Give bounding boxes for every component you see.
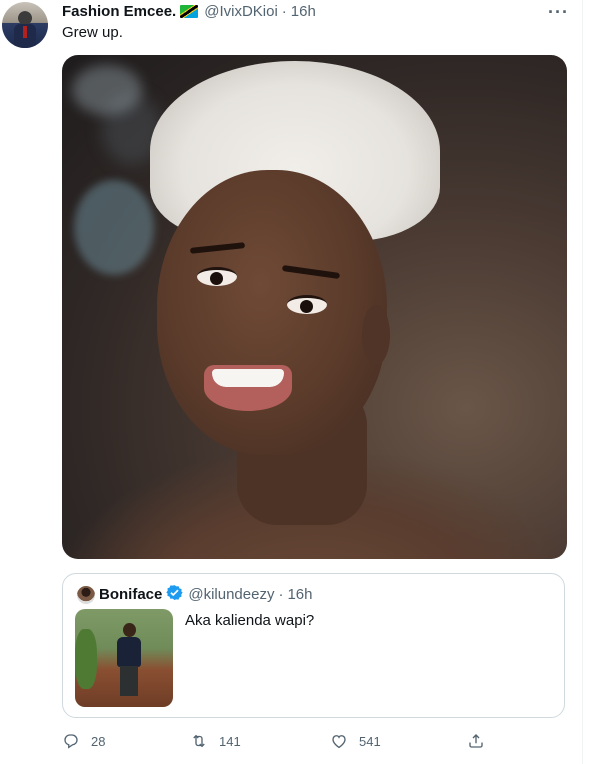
photo-person-head (123, 623, 136, 637)
quoted-tweet-time: 16h (287, 586, 313, 603)
quoted-author-name: Boniface (99, 586, 163, 603)
photo-teeth (212, 369, 284, 387)
column-divider (582, 0, 583, 764)
share-icon (469, 734, 483, 748)
photo-eye (197, 267, 237, 286)
tweet-actions: 28 141 541 (62, 732, 492, 754)
separator-dot: · (281, 2, 287, 20)
share-button[interactable] (467, 732, 496, 750)
separator-dot: · (278, 586, 284, 603)
author-name[interactable]: Fashion Emcee. (62, 3, 176, 20)
quoted-author-avatar[interactable] (77, 586, 95, 604)
author-avatar[interactable] (2, 2, 48, 48)
heart-icon (332, 735, 346, 749)
bokeh-light (74, 180, 154, 275)
like-button[interactable]: 541 (330, 732, 381, 750)
bokeh-light (72, 65, 142, 115)
photo-face (157, 170, 387, 455)
photo-eye (287, 295, 327, 314)
retweet-count: 141 (219, 733, 241, 749)
more-icon[interactable]: ··· (548, 2, 569, 23)
photo-person-legs (120, 666, 138, 696)
verified-badge-icon (166, 584, 184, 605)
quoted-tweet-text: Aka kalienda wapi? (185, 612, 315, 629)
photo-bush (75, 629, 97, 689)
avatar-tie (23, 26, 27, 38)
quoted-tweet-header: Boniface @kilundeezy · 16h (99, 584, 313, 605)
author-handle[interactable]: @IvixDKioi (204, 3, 278, 20)
quoted-tweet[interactable]: Boniface @kilundeezy · 16h Aka kalienda … (62, 573, 565, 718)
tweet[interactable]: Fashion Emcee. @IvixDKioi · 16h ··· Grew… (0, 0, 591, 764)
photo-person-body (117, 637, 141, 667)
reply-icon (64, 734, 78, 749)
quoted-tweet-photo[interactable] (75, 609, 173, 707)
quoted-author-handle: @kilundeezy (188, 586, 275, 603)
tweet-photo[interactable] (62, 55, 567, 559)
reply-count: 28 (91, 733, 106, 749)
reply-button[interactable]: 28 (62, 732, 105, 750)
tweet-header: Fashion Emcee. @IvixDKioi · 16h (62, 0, 316, 22)
tweet-text: Grew up. (62, 24, 123, 41)
tweet-time[interactable]: 16h (291, 3, 316, 20)
retweet-button[interactable]: 141 (190, 732, 241, 750)
tanzania-flag-icon (180, 4, 199, 18)
photo-ear (362, 305, 390, 365)
retweet-icon (193, 734, 205, 748)
like-count: 541 (359, 733, 381, 749)
